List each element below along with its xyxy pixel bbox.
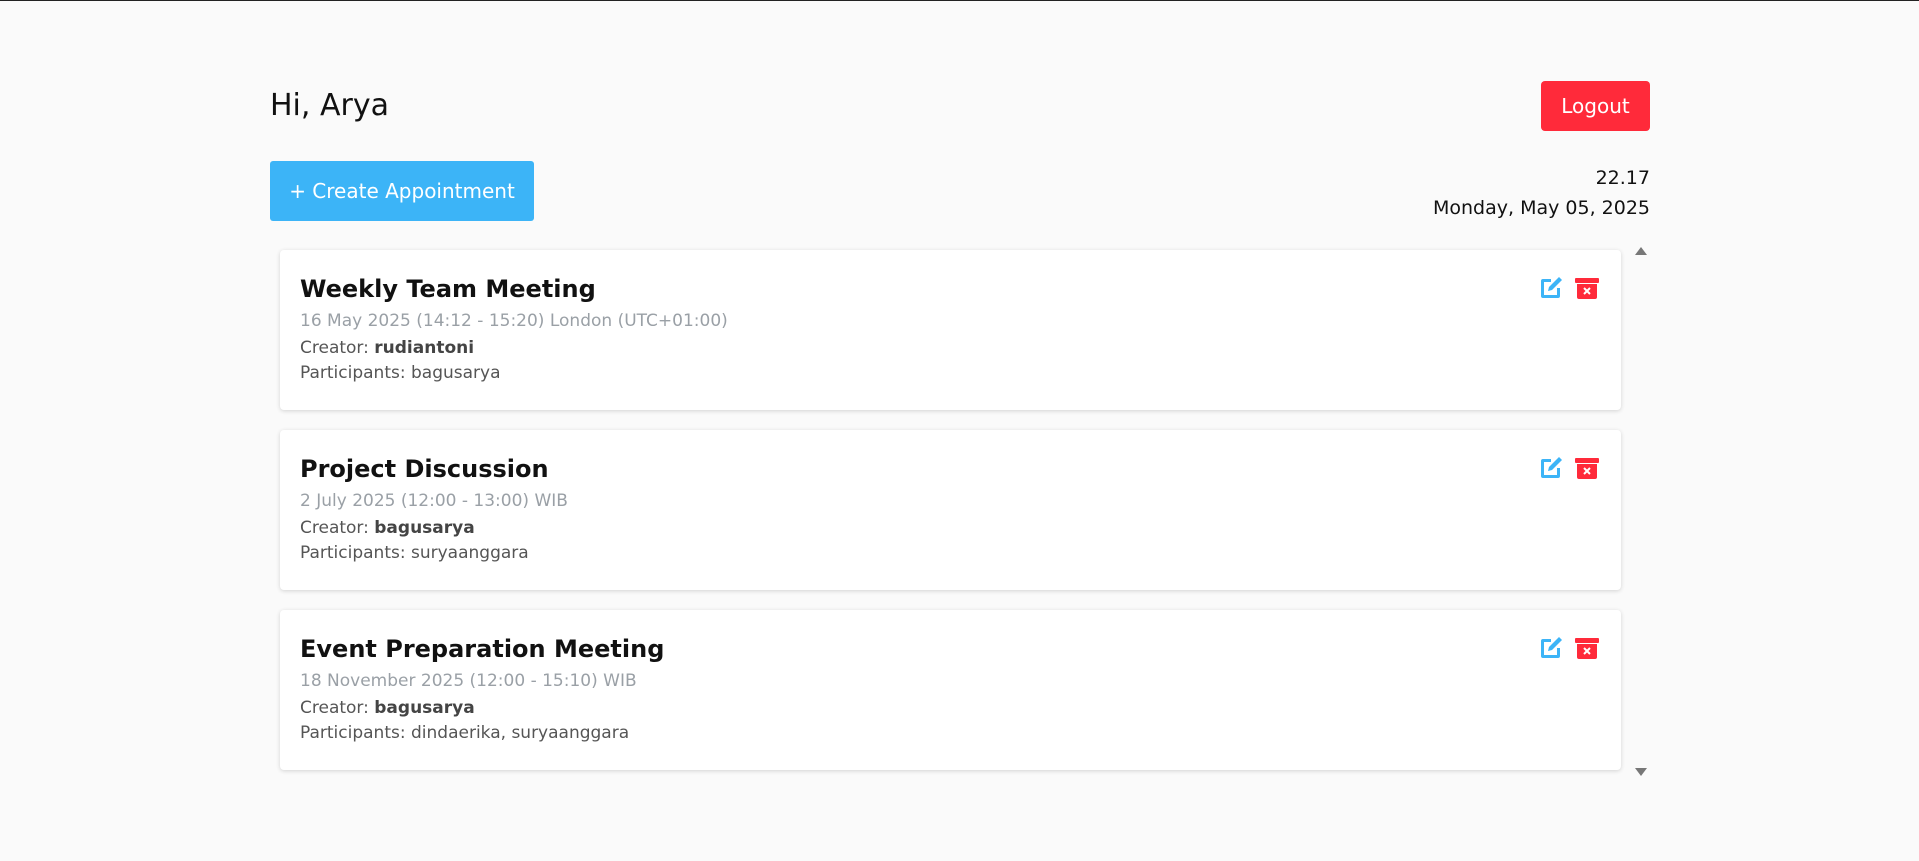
clock-date: Monday, May 05, 2025 xyxy=(1432,197,1650,219)
clock: 22.17 Monday, May 05, 2025 xyxy=(1433,163,1650,223)
delete-button[interactable] xyxy=(1573,634,1601,662)
dashboard: Hi, Arya Logout + Create Appointment 22.… xyxy=(270,0,1650,861)
edit-icon xyxy=(1541,637,1562,658)
appointment-title: Weekly Team Meeting xyxy=(300,275,596,303)
scroll-up-arrow-icon[interactable] xyxy=(1635,247,1647,255)
appointment-title: Project Discussion xyxy=(300,455,549,483)
appointment-actions xyxy=(1537,454,1601,482)
edit-button[interactable] xyxy=(1537,634,1565,662)
creator-label: Creator: xyxy=(300,518,375,538)
appointment-creator: Creator: bagusarya xyxy=(300,698,1601,718)
appointment-participants: Participants: suryaanggara xyxy=(300,543,1601,563)
participants-label: Participants: xyxy=(300,723,411,743)
edit-button[interactable] xyxy=(1537,274,1565,302)
appointment-time: 18 November 2025 (12:00 - 15:10) WIB xyxy=(300,671,637,691)
participants-value: bagusarya xyxy=(411,363,501,383)
participants-label: Participants: xyxy=(300,363,411,383)
appointment-time: 2 July 2025 (12:00 - 13:00) WIB xyxy=(300,491,568,511)
creator-value: bagusarya xyxy=(374,518,475,538)
appointment-creator: Creator: rudiantoni xyxy=(300,338,1601,358)
appointment-card: Project Discussion 2 July 2025 (12:00 - … xyxy=(280,430,1621,590)
appointment-title: Event Preparation Meeting xyxy=(300,635,665,663)
creator-value: bagusarya xyxy=(374,698,475,718)
appointment-card: Event Preparation Meeting 18 November 20… xyxy=(280,610,1621,770)
clock-time: 22.17 xyxy=(1595,167,1650,189)
edit-icon xyxy=(1541,277,1562,298)
edit-icon xyxy=(1541,457,1562,478)
creator-label: Creator: xyxy=(300,698,375,718)
appointment-list: Weekly Team Meeting 16 May 2025 (14:12 -… xyxy=(280,250,1621,790)
creator-label: Creator: xyxy=(300,338,375,358)
participants-value: suryaanggara xyxy=(411,543,529,563)
appointment-list-container[interactable]: Weekly Team Meeting 16 May 2025 (14:12 -… xyxy=(270,244,1650,784)
creator-value: rudiantoni xyxy=(374,338,475,358)
delete-button[interactable] xyxy=(1573,274,1601,302)
participants-label: Participants: xyxy=(300,543,411,563)
delete-icon xyxy=(1575,458,1599,479)
appointment-participants: Participants: dindaerika, suryaanggara xyxy=(300,723,1601,743)
appointment-actions xyxy=(1537,274,1601,302)
delete-button[interactable] xyxy=(1573,454,1601,482)
delete-icon xyxy=(1575,638,1599,659)
list-scrollbar[interactable] xyxy=(1632,244,1650,784)
appointment-time: 16 May 2025 (14:12 - 15:20) London (UTC+… xyxy=(300,311,728,331)
appointment-participants: Participants: bagusarya xyxy=(300,363,1601,383)
create-appointment-button[interactable]: + Create Appointment xyxy=(270,161,534,221)
appointment-card: Weekly Team Meeting 16 May 2025 (14:12 -… xyxy=(280,250,1621,410)
edit-button[interactable] xyxy=(1537,454,1565,482)
logout-button[interactable]: Logout xyxy=(1541,81,1650,131)
appointment-creator: Creator: bagusarya xyxy=(300,518,1601,538)
greeting-heading: Hi, Arya xyxy=(270,88,389,123)
appointment-actions xyxy=(1537,634,1601,662)
delete-icon xyxy=(1575,278,1599,299)
participants-value: dindaerika, suryaanggara xyxy=(411,723,630,743)
scroll-down-arrow-icon[interactable] xyxy=(1635,768,1647,776)
